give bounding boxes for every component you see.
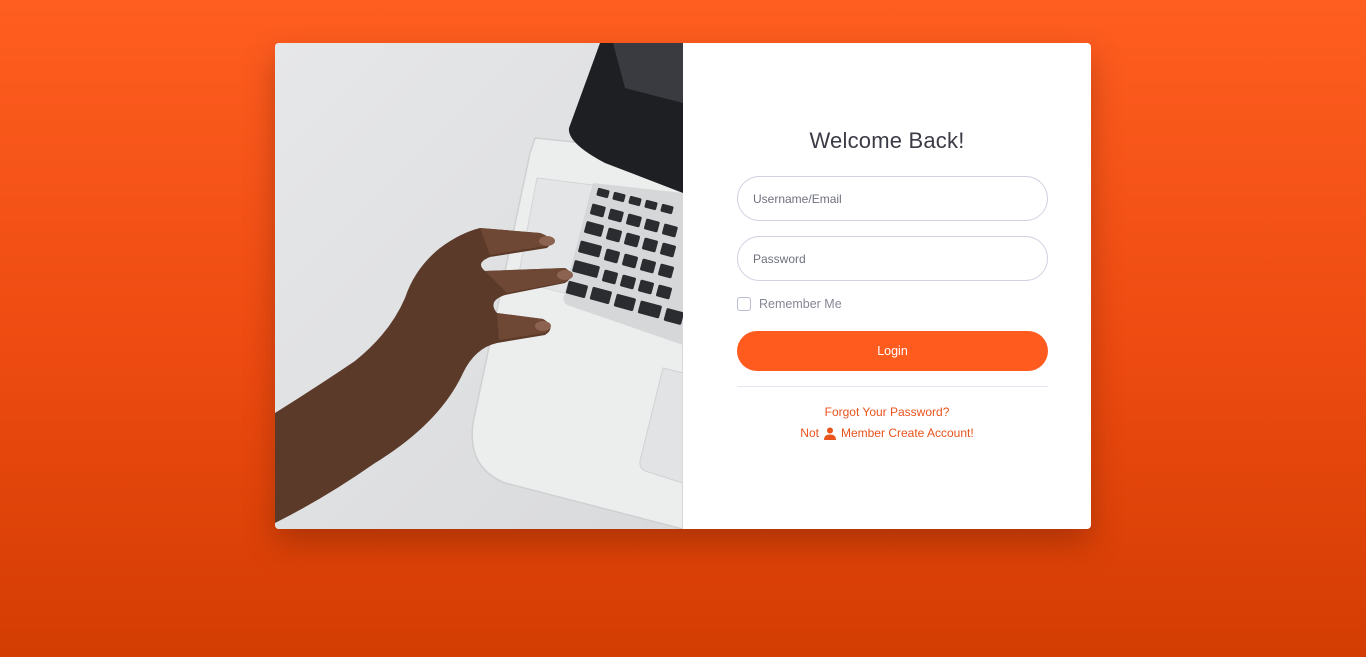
create-account-label: Member Create Account! [840,426,974,440]
login-card: Welcome Back! Remember Me Login Forgot Y… [275,43,1091,529]
remember-me-checkbox[interactable]: Remember Me [737,297,842,311]
create-account-link[interactable]: Not Member Create Account! [683,426,1091,440]
checkbox-box[interactable] [737,297,751,311]
laptop-illustration [275,43,683,529]
divider [737,386,1048,387]
user-icon [823,427,836,440]
remember-me-label: Remember Me [759,297,842,311]
create-account-prefix: Not [800,426,819,440]
login-button[interactable]: Login [737,331,1048,371]
username-email-input[interactable] [737,176,1048,221]
forgot-password-link[interactable]: Forgot Your Password? [683,405,1091,419]
laptop-hand-photo [275,43,683,529]
password-input[interactable] [737,236,1048,281]
login-form-pane: Welcome Back! Remember Me Login Forgot Y… [683,43,1091,529]
page-title: Welcome Back! [809,128,965,153]
